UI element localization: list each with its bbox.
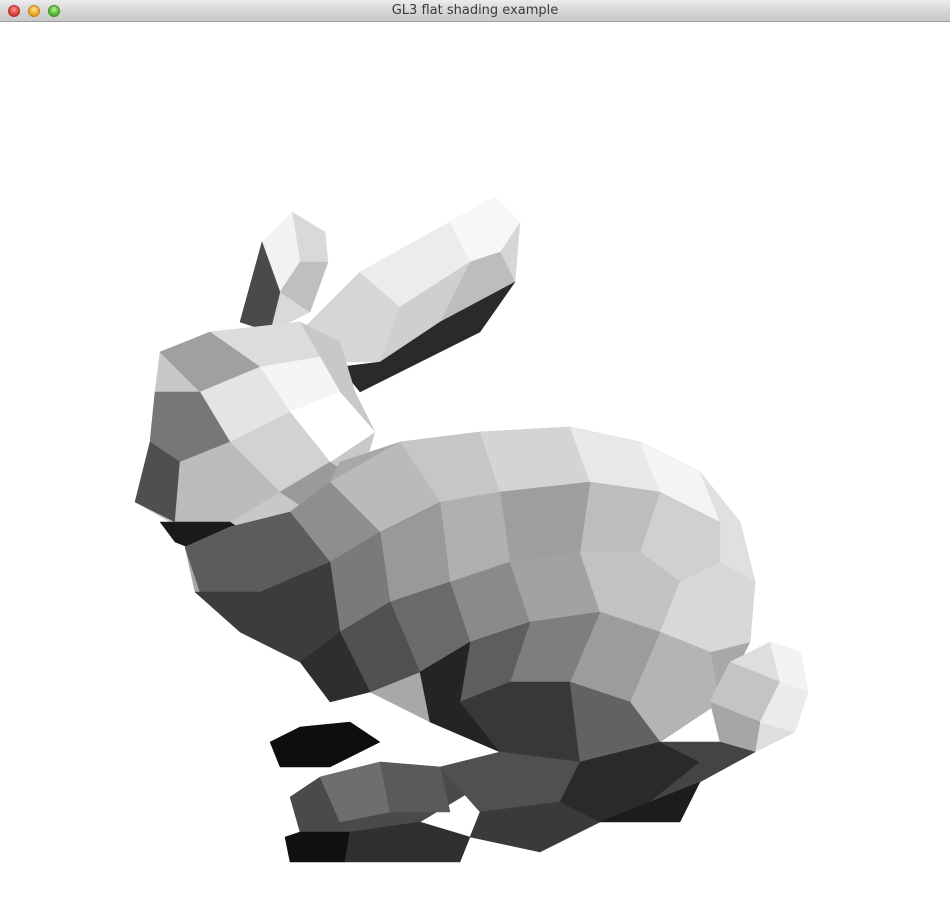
app-window: GL3 flat shading example bbox=[0, 0, 950, 905]
bunny-render bbox=[134, 196, 809, 863]
window-title: GL3 flat shading example bbox=[391, 3, 559, 18]
gl-viewport[interactable] bbox=[0, 22, 950, 905]
title-bar[interactable]: GL3 flat shading example bbox=[0, 0, 950, 22]
